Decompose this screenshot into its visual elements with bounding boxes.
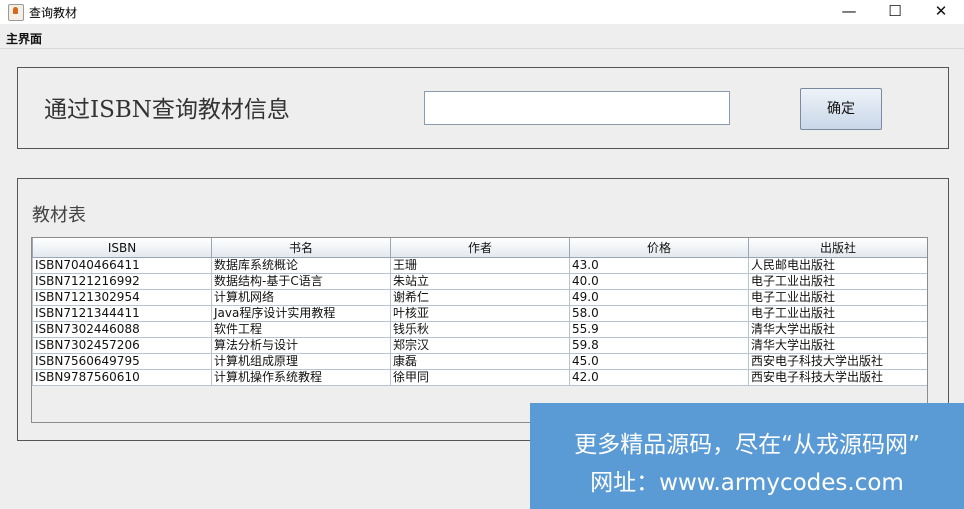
cell-author[interactable]: 徐甲同: [390, 369, 570, 386]
table-row[interactable]: ISBN7121344411 Java程序设计实用教程 叶核亚 58.0 电子工…: [32, 305, 927, 322]
confirm-button[interactable]: 确定: [800, 88, 882, 130]
cell-author[interactable]: 康磊: [390, 353, 570, 370]
isbn-search-input[interactable]: [424, 91, 730, 125]
cell-title[interactable]: 算法分析与设计: [211, 337, 391, 354]
cell-title[interactable]: 数据库系统概论: [211, 257, 391, 274]
column-header-publisher[interactable]: 出版社: [748, 238, 927, 258]
minimize-button[interactable]: —: [826, 0, 872, 24]
cell-price[interactable]: 58.0: [569, 305, 749, 322]
column-header-author[interactable]: 作者: [390, 238, 570, 258]
cell-publisher[interactable]: 清华大学出版社: [748, 321, 927, 338]
cell-isbn[interactable]: ISBN7302446088: [32, 321, 212, 338]
table-row[interactable]: ISBN9787560610 计算机操作系统教程 徐甲同 42.0 西安电子科技…: [32, 369, 927, 386]
cell-author[interactable]: 郑宗汉: [390, 337, 570, 354]
watermark-line1: 更多精品源码，尽在“从戎源码网”: [574, 432, 920, 458]
cell-author[interactable]: 钱乐秋: [390, 321, 570, 338]
java-cup-icon: [8, 4, 24, 21]
cell-publisher[interactable]: 人民邮电出版社: [748, 257, 927, 274]
cell-author[interactable]: 谢希仁: [390, 289, 570, 306]
cell-publisher[interactable]: 电子工业出版社: [748, 273, 927, 290]
search-label: 通过ISBN查询教材信息: [44, 97, 290, 123]
cell-price[interactable]: 59.8: [569, 337, 749, 354]
cell-author[interactable]: 朱站立: [390, 273, 570, 290]
cell-publisher[interactable]: 电子工业出版社: [748, 289, 927, 306]
watermark-banner: 更多精品源码，尽在“从戎源码网” 网址：www.armycodes.com: [530, 403, 964, 509]
search-panel: 通过ISBN查询教材信息 确定: [17, 67, 949, 149]
cell-author[interactable]: 王珊: [390, 257, 570, 274]
title-bar: 查询教材 — ☐ ✕: [0, 0, 964, 24]
table-header-row: ISBN 书名 作者 价格 出版社: [32, 238, 927, 258]
table-row[interactable]: ISBN7302457206 算法分析与设计 郑宗汉 59.8 清华大学出版社: [32, 337, 927, 354]
cell-isbn[interactable]: ISBN7302457206: [32, 337, 212, 354]
cell-title[interactable]: 数据结构-基于C语言: [211, 273, 391, 290]
cell-title[interactable]: 计算机组成原理: [211, 353, 391, 370]
column-header-isbn[interactable]: ISBN: [32, 238, 212, 258]
cell-publisher[interactable]: 电子工业出版社: [748, 305, 927, 322]
menu-main[interactable]: 主界面: [6, 30, 42, 47]
cell-title[interactable]: Java程序设计实用教程: [211, 305, 391, 322]
textbook-table: ISBN 书名 作者 价格 出版社 ISBN7040466411 数据库系统概论…: [32, 238, 927, 386]
column-header-title[interactable]: 书名: [211, 238, 391, 258]
cell-isbn[interactable]: ISBN7121344411: [32, 305, 212, 322]
cell-price[interactable]: 49.0: [569, 289, 749, 306]
maximize-button[interactable]: ☐: [872, 0, 918, 24]
table-panel: 教材表 ISBN 书名 作者 价格 出版社 ISBN7040466411 数据库…: [17, 178, 949, 441]
table-row[interactable]: ISBN7121302954 计算机网络 谢希仁 49.0 电子工业出版社: [32, 289, 927, 306]
cell-title[interactable]: 软件工程: [211, 321, 391, 338]
cell-publisher[interactable]: 西安电子科技大学出版社: [748, 353, 927, 370]
watermark-line2: 网址：www.armycodes.com: [590, 470, 904, 496]
column-header-price[interactable]: 价格: [569, 238, 749, 258]
cell-isbn[interactable]: ISBN9787560610: [32, 369, 212, 386]
close-button[interactable]: ✕: [918, 0, 964, 24]
menu-bar: 主界面: [0, 24, 964, 49]
cell-price[interactable]: 43.0: [569, 257, 749, 274]
cell-isbn[interactable]: ISBN7040466411: [32, 257, 212, 274]
window-title: 查询教材: [29, 6, 78, 20]
cell-price[interactable]: 42.0: [569, 369, 749, 386]
table-row[interactable]: ISBN7121216992 数据结构-基于C语言 朱站立 40.0 电子工业出…: [32, 273, 927, 290]
table-title: 教材表: [32, 205, 86, 226]
cell-price[interactable]: 45.0: [569, 353, 749, 370]
cell-publisher[interactable]: 西安电子科技大学出版社: [748, 369, 927, 386]
table-row[interactable]: ISBN7560649795 计算机组成原理 康磊 45.0 西安电子科技大学出…: [32, 353, 927, 370]
table-row[interactable]: ISBN7040466411 数据库系统概论 王珊 43.0 人民邮电出版社: [32, 257, 927, 274]
cell-author[interactable]: 叶核亚: [390, 305, 570, 322]
cell-price[interactable]: 40.0: [569, 273, 749, 290]
cell-isbn[interactable]: ISBN7121302954: [32, 289, 212, 306]
table-row[interactable]: ISBN7302446088 软件工程 钱乐秋 55.9 清华大学出版社: [32, 321, 927, 338]
textbook-table-container: ISBN 书名 作者 价格 出版社 ISBN7040466411 数据库系统概论…: [31, 237, 928, 423]
cell-isbn[interactable]: ISBN7560649795: [32, 353, 212, 370]
cell-title[interactable]: 计算机网络: [211, 289, 391, 306]
cell-isbn[interactable]: ISBN7121216992: [32, 273, 212, 290]
cell-publisher[interactable]: 清华大学出版社: [748, 337, 927, 354]
cell-title[interactable]: 计算机操作系统教程: [211, 369, 391, 386]
cell-price[interactable]: 55.9: [569, 321, 749, 338]
